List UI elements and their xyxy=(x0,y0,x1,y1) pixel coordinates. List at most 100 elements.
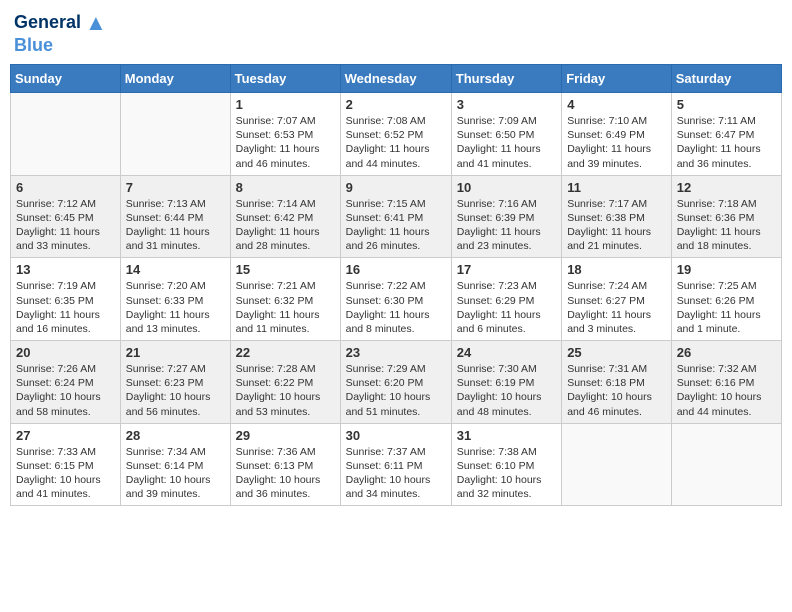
calendar-cell xyxy=(11,93,121,176)
calendar-cell: 17 Sunrise: 7:23 AM Sunset: 6:29 PM Dayli… xyxy=(451,258,561,341)
calendar-cell: 19 Sunrise: 7:25 AM Sunset: 6:26 PM Dayli… xyxy=(671,258,781,341)
calendar-cell: 12 Sunrise: 7:18 AM Sunset: 6:36 PM Dayli… xyxy=(671,175,781,258)
calendar-cell: 16 Sunrise: 7:22 AM Sunset: 6:30 PM Dayli… xyxy=(340,258,451,341)
day-number: 3 xyxy=(457,97,556,112)
calendar-cell: 24 Sunrise: 7:30 AM Sunset: 6:19 PM Dayli… xyxy=(451,341,561,424)
day-number: 8 xyxy=(236,180,335,195)
logo-text-general: General xyxy=(14,13,81,33)
calendar-table: SundayMondayTuesdayWednesdayThursdayFrid… xyxy=(10,64,782,506)
day-number: 16 xyxy=(346,262,446,277)
day-info: Sunrise: 7:36 AM Sunset: 6:13 PM Dayligh… xyxy=(236,445,335,502)
day-info: Sunrise: 7:17 AM Sunset: 6:38 PM Dayligh… xyxy=(567,197,666,254)
calendar-cell: 27Sunrise: 7:33 AM Sunset: 6:15 PM Dayli… xyxy=(11,423,121,506)
day-info: Sunrise: 7:09 AM Sunset: 6:50 PM Dayligh… xyxy=(457,114,556,171)
calendar-week-row: 27Sunrise: 7:33 AM Sunset: 6:15 PM Dayli… xyxy=(11,423,782,506)
calendar-cell: 9 Sunrise: 7:15 AM Sunset: 6:41 PM Daylig… xyxy=(340,175,451,258)
col-header-friday: Friday xyxy=(562,65,672,93)
calendar-cell: 31Sunrise: 7:38 AM Sunset: 6:10 PM Dayli… xyxy=(451,423,561,506)
day-info: Sunrise: 7:10 AM Sunset: 6:49 PM Dayligh… xyxy=(567,114,666,171)
day-number: 25 xyxy=(567,345,666,360)
calendar-cell: 11 Sunrise: 7:17 AM Sunset: 6:38 PM Dayli… xyxy=(562,175,672,258)
day-number: 17 xyxy=(457,262,556,277)
day-info: Sunrise: 7:25 AM Sunset: 6:26 PM Dayligh… xyxy=(677,279,776,336)
day-number: 9 xyxy=(346,180,446,195)
day-info: Sunrise: 7:08 AM Sunset: 6:52 PM Dayligh… xyxy=(346,114,446,171)
day-info: Sunrise: 7:14 AM Sunset: 6:42 PM Dayligh… xyxy=(236,197,335,254)
day-number: 19 xyxy=(677,262,776,277)
day-number: 6 xyxy=(16,180,115,195)
calendar-cell: 10Sunrise: 7:16 AM Sunset: 6:39 PM Dayli… xyxy=(451,175,561,258)
day-info: Sunrise: 7:37 AM Sunset: 6:11 PM Dayligh… xyxy=(346,445,446,502)
day-info: Sunrise: 7:29 AM Sunset: 6:20 PM Dayligh… xyxy=(346,362,446,419)
day-number: 31 xyxy=(457,428,556,443)
day-info: Sunrise: 7:33 AM Sunset: 6:15 PM Dayligh… xyxy=(16,445,115,502)
day-info: Sunrise: 7:30 AM Sunset: 6:19 PM Dayligh… xyxy=(457,362,556,419)
calendar-cell: 6 Sunrise: 7:12 AM Sunset: 6:45 PM Daylig… xyxy=(11,175,121,258)
calendar-cell: 18 Sunrise: 7:24 AM Sunset: 6:27 PM Dayli… xyxy=(562,258,672,341)
calendar-cell: 14 Sunrise: 7:20 AM Sunset: 6:33 PM Dayli… xyxy=(120,258,230,341)
day-number: 29 xyxy=(236,428,335,443)
calendar-cell: 22 Sunrise: 7:28 AM Sunset: 6:22 PM Dayli… xyxy=(230,341,340,424)
day-number: 14 xyxy=(126,262,225,277)
col-header-saturday: Saturday xyxy=(671,65,781,93)
day-info: Sunrise: 7:26 AM Sunset: 6:24 PM Dayligh… xyxy=(16,362,115,419)
day-info: Sunrise: 7:27 AM Sunset: 6:23 PM Dayligh… xyxy=(126,362,225,419)
logo-bird-icon: ▲ xyxy=(85,10,107,36)
calendar-cell xyxy=(562,423,672,506)
calendar-cell: 1 Sunrise: 7:07 AM Sunset: 6:53 PM Daylig… xyxy=(230,93,340,176)
day-number: 22 xyxy=(236,345,335,360)
calendar-cell: 28Sunrise: 7:34 AM Sunset: 6:14 PM Dayli… xyxy=(120,423,230,506)
calendar-week-row: 20 Sunrise: 7:26 AM Sunset: 6:24 PM Dayli… xyxy=(11,341,782,424)
day-number: 2 xyxy=(346,97,446,112)
day-number: 15 xyxy=(236,262,335,277)
day-number: 12 xyxy=(677,180,776,195)
day-info: Sunrise: 7:21 AM Sunset: 6:32 PM Dayligh… xyxy=(236,279,335,336)
day-number: 20 xyxy=(16,345,115,360)
logo-text-blue: Blue xyxy=(14,35,53,55)
day-info: Sunrise: 7:24 AM Sunset: 6:27 PM Dayligh… xyxy=(567,279,666,336)
calendar-cell: 25 Sunrise: 7:31 AM Sunset: 6:18 PM Dayli… xyxy=(562,341,672,424)
calendar-cell xyxy=(671,423,781,506)
calendar-cell: 7Sunrise: 7:13 AM Sunset: 6:44 PM Daylig… xyxy=(120,175,230,258)
calendar-cell: 15 Sunrise: 7:21 AM Sunset: 6:32 PM Dayli… xyxy=(230,258,340,341)
col-header-monday: Monday xyxy=(120,65,230,93)
day-info: Sunrise: 7:34 AM Sunset: 6:14 PM Dayligh… xyxy=(126,445,225,502)
day-info: Sunrise: 7:31 AM Sunset: 6:18 PM Dayligh… xyxy=(567,362,666,419)
day-number: 24 xyxy=(457,345,556,360)
day-info: Sunrise: 7:22 AM Sunset: 6:30 PM Dayligh… xyxy=(346,279,446,336)
calendar-cell: 26Sunrise: 7:32 AM Sunset: 6:16 PM Dayli… xyxy=(671,341,781,424)
day-info: Sunrise: 7:13 AM Sunset: 6:44 PM Dayligh… xyxy=(126,197,225,254)
calendar-cell: 29 Sunrise: 7:36 AM Sunset: 6:13 PM Dayli… xyxy=(230,423,340,506)
calendar-cell: 4 Sunrise: 7:10 AM Sunset: 6:49 PM Daylig… xyxy=(562,93,672,176)
day-info: Sunrise: 7:23 AM Sunset: 6:29 PM Dayligh… xyxy=(457,279,556,336)
day-info: Sunrise: 7:16 AM Sunset: 6:39 PM Dayligh… xyxy=(457,197,556,254)
day-info: Sunrise: 7:28 AM Sunset: 6:22 PM Dayligh… xyxy=(236,362,335,419)
day-info: Sunrise: 7:11 AM Sunset: 6:47 PM Dayligh… xyxy=(677,114,776,171)
calendar-cell: 30 Sunrise: 7:37 AM Sunset: 6:11 PM Dayli… xyxy=(340,423,451,506)
day-info: Sunrise: 7:18 AM Sunset: 6:36 PM Dayligh… xyxy=(677,197,776,254)
day-info: Sunrise: 7:19 AM Sunset: 6:35 PM Dayligh… xyxy=(16,279,115,336)
day-info: Sunrise: 7:15 AM Sunset: 6:41 PM Dayligh… xyxy=(346,197,446,254)
calendar-cell: 23Sunrise: 7:29 AM Sunset: 6:20 PM Dayli… xyxy=(340,341,451,424)
day-info: Sunrise: 7:12 AM Sunset: 6:45 PM Dayligh… xyxy=(16,197,115,254)
col-header-wednesday: Wednesday xyxy=(340,65,451,93)
calendar-week-row: 13Sunrise: 7:19 AM Sunset: 6:35 PM Dayli… xyxy=(11,258,782,341)
col-header-tuesday: Tuesday xyxy=(230,65,340,93)
page-header: General ▲ Blue xyxy=(10,10,782,56)
day-info: Sunrise: 7:20 AM Sunset: 6:33 PM Dayligh… xyxy=(126,279,225,336)
day-number: 18 xyxy=(567,262,666,277)
day-number: 30 xyxy=(346,428,446,443)
day-number: 21 xyxy=(126,345,225,360)
col-header-thursday: Thursday xyxy=(451,65,561,93)
calendar-cell: 8 Sunrise: 7:14 AM Sunset: 6:42 PM Daylig… xyxy=(230,175,340,258)
col-header-sunday: Sunday xyxy=(11,65,121,93)
calendar-cell: 13Sunrise: 7:19 AM Sunset: 6:35 PM Dayli… xyxy=(11,258,121,341)
day-info: Sunrise: 7:32 AM Sunset: 6:16 PM Dayligh… xyxy=(677,362,776,419)
day-number: 11 xyxy=(567,180,666,195)
calendar-cell: 21 Sunrise: 7:27 AM Sunset: 6:23 PM Dayli… xyxy=(120,341,230,424)
day-number: 1 xyxy=(236,97,335,112)
day-number: 4 xyxy=(567,97,666,112)
calendar-week-row: 1 Sunrise: 7:07 AM Sunset: 6:53 PM Daylig… xyxy=(11,93,782,176)
calendar-header-row: SundayMondayTuesdayWednesdayThursdayFrid… xyxy=(11,65,782,93)
day-info: Sunrise: 7:07 AM Sunset: 6:53 PM Dayligh… xyxy=(236,114,335,171)
